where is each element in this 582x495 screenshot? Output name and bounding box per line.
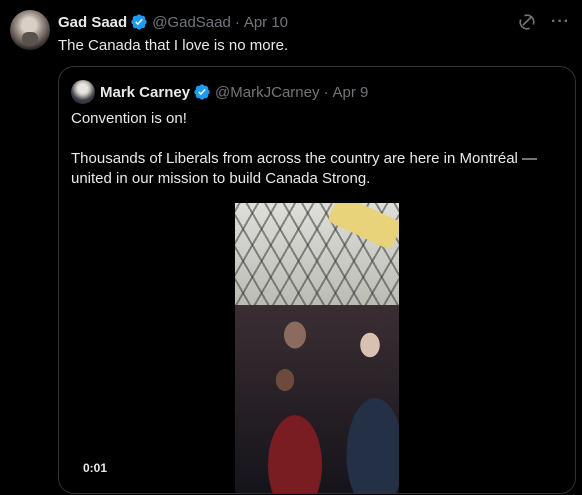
quoted-author-name[interactable]: Mark Carney <box>100 84 190 101</box>
separator-dot: · <box>323 83 329 101</box>
tweet-header: Gad Saad @GadSaad · Apr 10 <box>58 12 288 32</box>
quoted-tweet[interactable]: Mark Carney @MarkJCarney · Apr 9 Convent… <box>58 66 576 494</box>
tweet-date[interactable]: Apr 10 <box>244 14 288 31</box>
quoted-paragraph-1: Convention is on! <box>71 110 187 127</box>
tweet[interactable]: Gad Saad @GadSaad · Apr 10 ··· The Canad… <box>0 0 582 495</box>
video-player[interactable]: 0:01 <box>59 193 575 493</box>
author-handle[interactable]: @GadSaad <box>152 14 231 31</box>
quoted-paragraph-2: Thousands of Liberals from across the co… <box>71 150 538 187</box>
video-timestamp: 0:01 <box>79 459 112 477</box>
separator-dot: · <box>234 13 240 31</box>
author-avatar[interactable] <box>10 10 50 50</box>
more-dots-icon[interactable]: ··· <box>551 12 570 32</box>
video-thumbnail[interactable] <box>235 203 399 493</box>
tweet-text: The Canada that I love is no more. <box>58 37 289 54</box>
quoted-tweet-header: Mark Carney @MarkJCarney · Apr 9 <box>100 82 368 102</box>
verified-badge-icon <box>194 84 210 100</box>
grok-icon[interactable] <box>517 12 537 32</box>
video-thumbnail-crowd <box>235 305 399 493</box>
tweet-actions-top: ··· <box>517 12 582 32</box>
quoted-author-handle[interactable]: @MarkJCarney <box>215 84 319 101</box>
quoted-author-avatar[interactable] <box>71 80 95 104</box>
author-name[interactable]: Gad Saad <box>58 14 127 31</box>
verified-badge-icon <box>131 14 147 30</box>
quoted-tweet-text: Convention is on! Thousands of Liberals … <box>71 109 561 189</box>
quoted-tweet-date[interactable]: Apr 9 <box>332 84 368 101</box>
